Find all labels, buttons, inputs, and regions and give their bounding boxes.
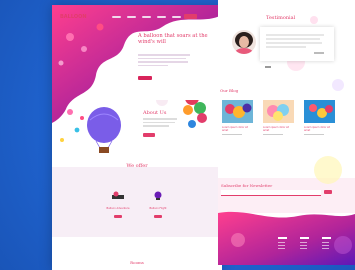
balloon-flight-icon bbox=[154, 191, 162, 200]
blog-meta bbox=[222, 134, 242, 136]
subscribe-heading: Subscribe for Newsletter bbox=[221, 183, 273, 188]
inner-page: Testimonial Our Blog Lorem ipsum dolor s… bbox=[218, 0, 355, 265]
about-button[interactable] bbox=[143, 133, 155, 137]
newsletter-email-input[interactable] bbox=[221, 190, 321, 196]
about-text bbox=[143, 118, 177, 129]
blog-image[interactable] bbox=[263, 100, 294, 123]
brand-logo[interactable]: BALLOON bbox=[60, 14, 87, 20]
subscribe-button[interactable] bbox=[324, 190, 332, 194]
nav-link[interactable] bbox=[127, 16, 136, 18]
blog-image[interactable] bbox=[304, 100, 335, 123]
footer-column bbox=[300, 237, 309, 251]
blog-meta bbox=[304, 134, 324, 136]
avatar bbox=[232, 30, 256, 54]
nav-link[interactable] bbox=[112, 16, 121, 18]
nav-link[interactable] bbox=[172, 16, 181, 18]
blog-image[interactable] bbox=[222, 100, 253, 123]
offer-card: Balloon Flight bbox=[138, 185, 178, 218]
testimonial-author bbox=[314, 52, 324, 54]
top-navigation bbox=[112, 16, 181, 18]
blog-meta bbox=[263, 134, 283, 136]
hero-button[interactable] bbox=[138, 76, 152, 80]
blog-post-title[interactable]: Lorem ipsum dolor sit amet bbox=[222, 126, 253, 132]
hero-title: A balloon that soars at the wind's will bbox=[138, 33, 208, 45]
avatar-name bbox=[265, 66, 271, 68]
blog-post-title[interactable]: Lorem ipsum dolor sit amet bbox=[304, 126, 335, 132]
offer-button[interactable] bbox=[114, 215, 122, 218]
landing-page: BALLOON A balloon that soars at the wind… bbox=[52, 5, 222, 270]
offer-button[interactable] bbox=[154, 215, 162, 218]
balloon-adventure-icon bbox=[112, 191, 124, 199]
offer-title: Balloon Adventure bbox=[106, 207, 130, 210]
footer-column bbox=[278, 237, 287, 251]
hero-description bbox=[138, 54, 190, 68]
offer-title: Balloon Flight bbox=[149, 207, 167, 210]
next-section-heading: Rooms bbox=[130, 260, 144, 265]
offer-card: Balloon Adventure bbox=[98, 185, 138, 218]
testimonial-card bbox=[260, 27, 334, 61]
testimonial-heading: Testimonial bbox=[266, 15, 296, 21]
about-heading: About Us bbox=[143, 110, 167, 116]
blog-heading: Our Blog bbox=[220, 88, 239, 93]
balloon-illustration bbox=[60, 100, 207, 153]
nav-link[interactable] bbox=[157, 16, 166, 18]
nav-cta-button[interactable] bbox=[184, 14, 197, 19]
blog-post-title[interactable]: Lorem ipsum dolor sit amet bbox=[263, 126, 294, 132]
footer-column bbox=[322, 237, 331, 251]
offer-heading: We offer bbox=[126, 163, 148, 169]
nav-link[interactable] bbox=[142, 16, 151, 18]
